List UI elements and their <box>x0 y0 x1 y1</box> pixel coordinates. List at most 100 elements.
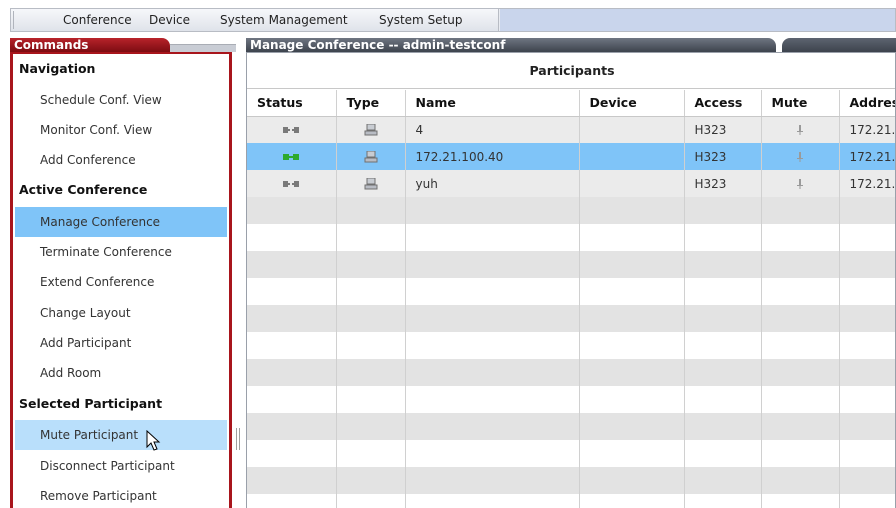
nav-manage-conference[interactable]: Manage Conference <box>15 207 227 237</box>
empty-cell <box>405 251 580 278</box>
nav-monitor-conf-view-label: Monitor Conf. View <box>40 123 153 137</box>
empty-cell <box>336 224 406 251</box>
nav-change-layout[interactable]: Change Layout <box>15 298 227 328</box>
panel-splitter[interactable] <box>236 428 242 450</box>
empty-cell <box>247 251 337 278</box>
empty-cell <box>579 413 685 440</box>
mute-cell <box>761 116 840 143</box>
menu-system-management[interactable]: System Management <box>220 13 348 27</box>
empty-cell <box>839 332 895 359</box>
menu-system-setup[interactable]: System Setup <box>379 13 463 27</box>
participants-table: Status Type Name Device Access Mute Addr… <box>247 90 895 508</box>
empty-cell <box>405 305 580 332</box>
empty-cell <box>684 251 762 278</box>
mouse-cursor-icon <box>146 430 161 451</box>
unmuted-icon <box>797 152 803 162</box>
name-cell: 172.21.100.40 <box>405 143 580 170</box>
empty-table-row <box>247 494 895 508</box>
type-cell <box>336 170 406 197</box>
commands-panel: Navigation Schedule Conf. View Monitor C… <box>10 52 232 508</box>
nav-extend-conference-label: Extend Conference <box>40 275 155 289</box>
status-cell <box>247 116 337 143</box>
empty-cell <box>839 197 895 224</box>
nav-extend-conference[interactable]: Extend Conference <box>15 267 227 297</box>
table-row[interactable]: yuh H323 172.21.100.5 <box>247 170 895 197</box>
menu-device[interactable]: Device <box>149 13 190 27</box>
column-header-device[interactable]: Device <box>579 90 685 117</box>
empty-cell <box>761 332 840 359</box>
nav-add-conference[interactable]: Add Conference <box>15 145 227 175</box>
empty-cell <box>761 251 840 278</box>
mute-cell <box>761 143 840 170</box>
empty-cell <box>761 413 840 440</box>
empty-cell <box>405 467 580 494</box>
empty-cell <box>579 224 685 251</box>
empty-cell <box>839 413 895 440</box>
empty-cell <box>405 332 580 359</box>
empty-cell <box>839 305 895 332</box>
empty-table-row <box>247 359 895 386</box>
empty-cell <box>247 224 337 251</box>
nav-monitor-conf-view[interactable]: Monitor Conf. View <box>15 115 227 145</box>
empty-cell <box>839 467 895 494</box>
empty-table-row <box>247 251 895 278</box>
menu-bar: Conference Device System Management Syst… <box>10 8 896 32</box>
nav-add-participant[interactable]: Add Participant <box>15 328 227 358</box>
empty-cell <box>684 467 762 494</box>
unmuted-icon <box>797 179 803 189</box>
column-header-name[interactable]: Name <box>405 90 580 117</box>
nav-mute-participant[interactable]: Mute Participant <box>15 420 227 450</box>
empty-cell <box>684 305 762 332</box>
disconnected-icon <box>283 181 300 187</box>
empty-cell <box>336 305 406 332</box>
manage-conference-tab-rest <box>782 38 896 52</box>
empty-cell <box>247 359 337 386</box>
nav-schedule-conf-view-label: Schedule Conf. View <box>40 93 162 107</box>
section-header-selected-participant: Selected Participant <box>19 396 163 411</box>
empty-cell <box>684 494 762 508</box>
empty-cell <box>684 224 762 251</box>
nav-add-room[interactable]: Add Room <box>15 358 227 388</box>
empty-cell <box>684 197 762 224</box>
empty-table-row <box>247 413 895 440</box>
manage-conference-tab: Manage Conference -- admin-testconf <box>246 38 896 52</box>
empty-cell <box>336 413 406 440</box>
empty-cell <box>336 278 406 305</box>
empty-cell <box>761 494 840 508</box>
table-header-row: Status Type Name Device Access Mute Addr… <box>247 90 895 117</box>
empty-cell <box>684 386 762 413</box>
empty-cell <box>761 467 840 494</box>
commands-tab-rest <box>170 44 236 52</box>
table-row-selected[interactable]: 172.21.100.40 H323 172.21.100.40 <box>247 143 895 170</box>
column-header-status[interactable]: Status <box>247 90 337 117</box>
empty-cell <box>579 251 685 278</box>
nav-remove-participant[interactable]: Remove Participant <box>15 481 227 508</box>
nav-add-participant-label: Add Participant <box>40 336 132 350</box>
empty-cell <box>247 305 337 332</box>
empty-cell <box>336 197 406 224</box>
type-cell <box>336 116 406 143</box>
column-header-type[interactable]: Type <box>336 90 406 117</box>
empty-table-row <box>247 278 895 305</box>
type-cell <box>336 143 406 170</box>
empty-cell <box>839 359 895 386</box>
empty-cell <box>839 224 895 251</box>
empty-cell <box>405 224 580 251</box>
mute-cell <box>761 170 840 197</box>
column-header-mute[interactable]: Mute <box>761 90 840 117</box>
nav-remove-participant-label: Remove Participant <box>40 489 157 503</box>
menu-conference[interactable]: Conference <box>63 13 132 27</box>
table-row[interactable]: 4 H323 172.21.100.4 <box>247 116 895 143</box>
nav-terminate-conference[interactable]: Terminate Conference <box>15 237 227 267</box>
empty-cell <box>839 494 895 508</box>
nav-schedule-conf-view[interactable]: Schedule Conf. View <box>15 85 227 115</box>
nav-mute-participant-label: Mute Participant <box>40 428 139 442</box>
empty-cell <box>684 332 762 359</box>
column-header-access[interactable]: Access <box>684 90 762 117</box>
connected-icon <box>283 154 300 160</box>
address-cell: 172.21.100.40 <box>839 143 895 170</box>
column-header-address[interactable]: Address <box>839 90 895 117</box>
empty-cell <box>839 251 895 278</box>
nav-disconnect-participant[interactable]: Disconnect Participant <box>15 451 227 481</box>
section-header-navigation: Navigation <box>19 61 96 76</box>
